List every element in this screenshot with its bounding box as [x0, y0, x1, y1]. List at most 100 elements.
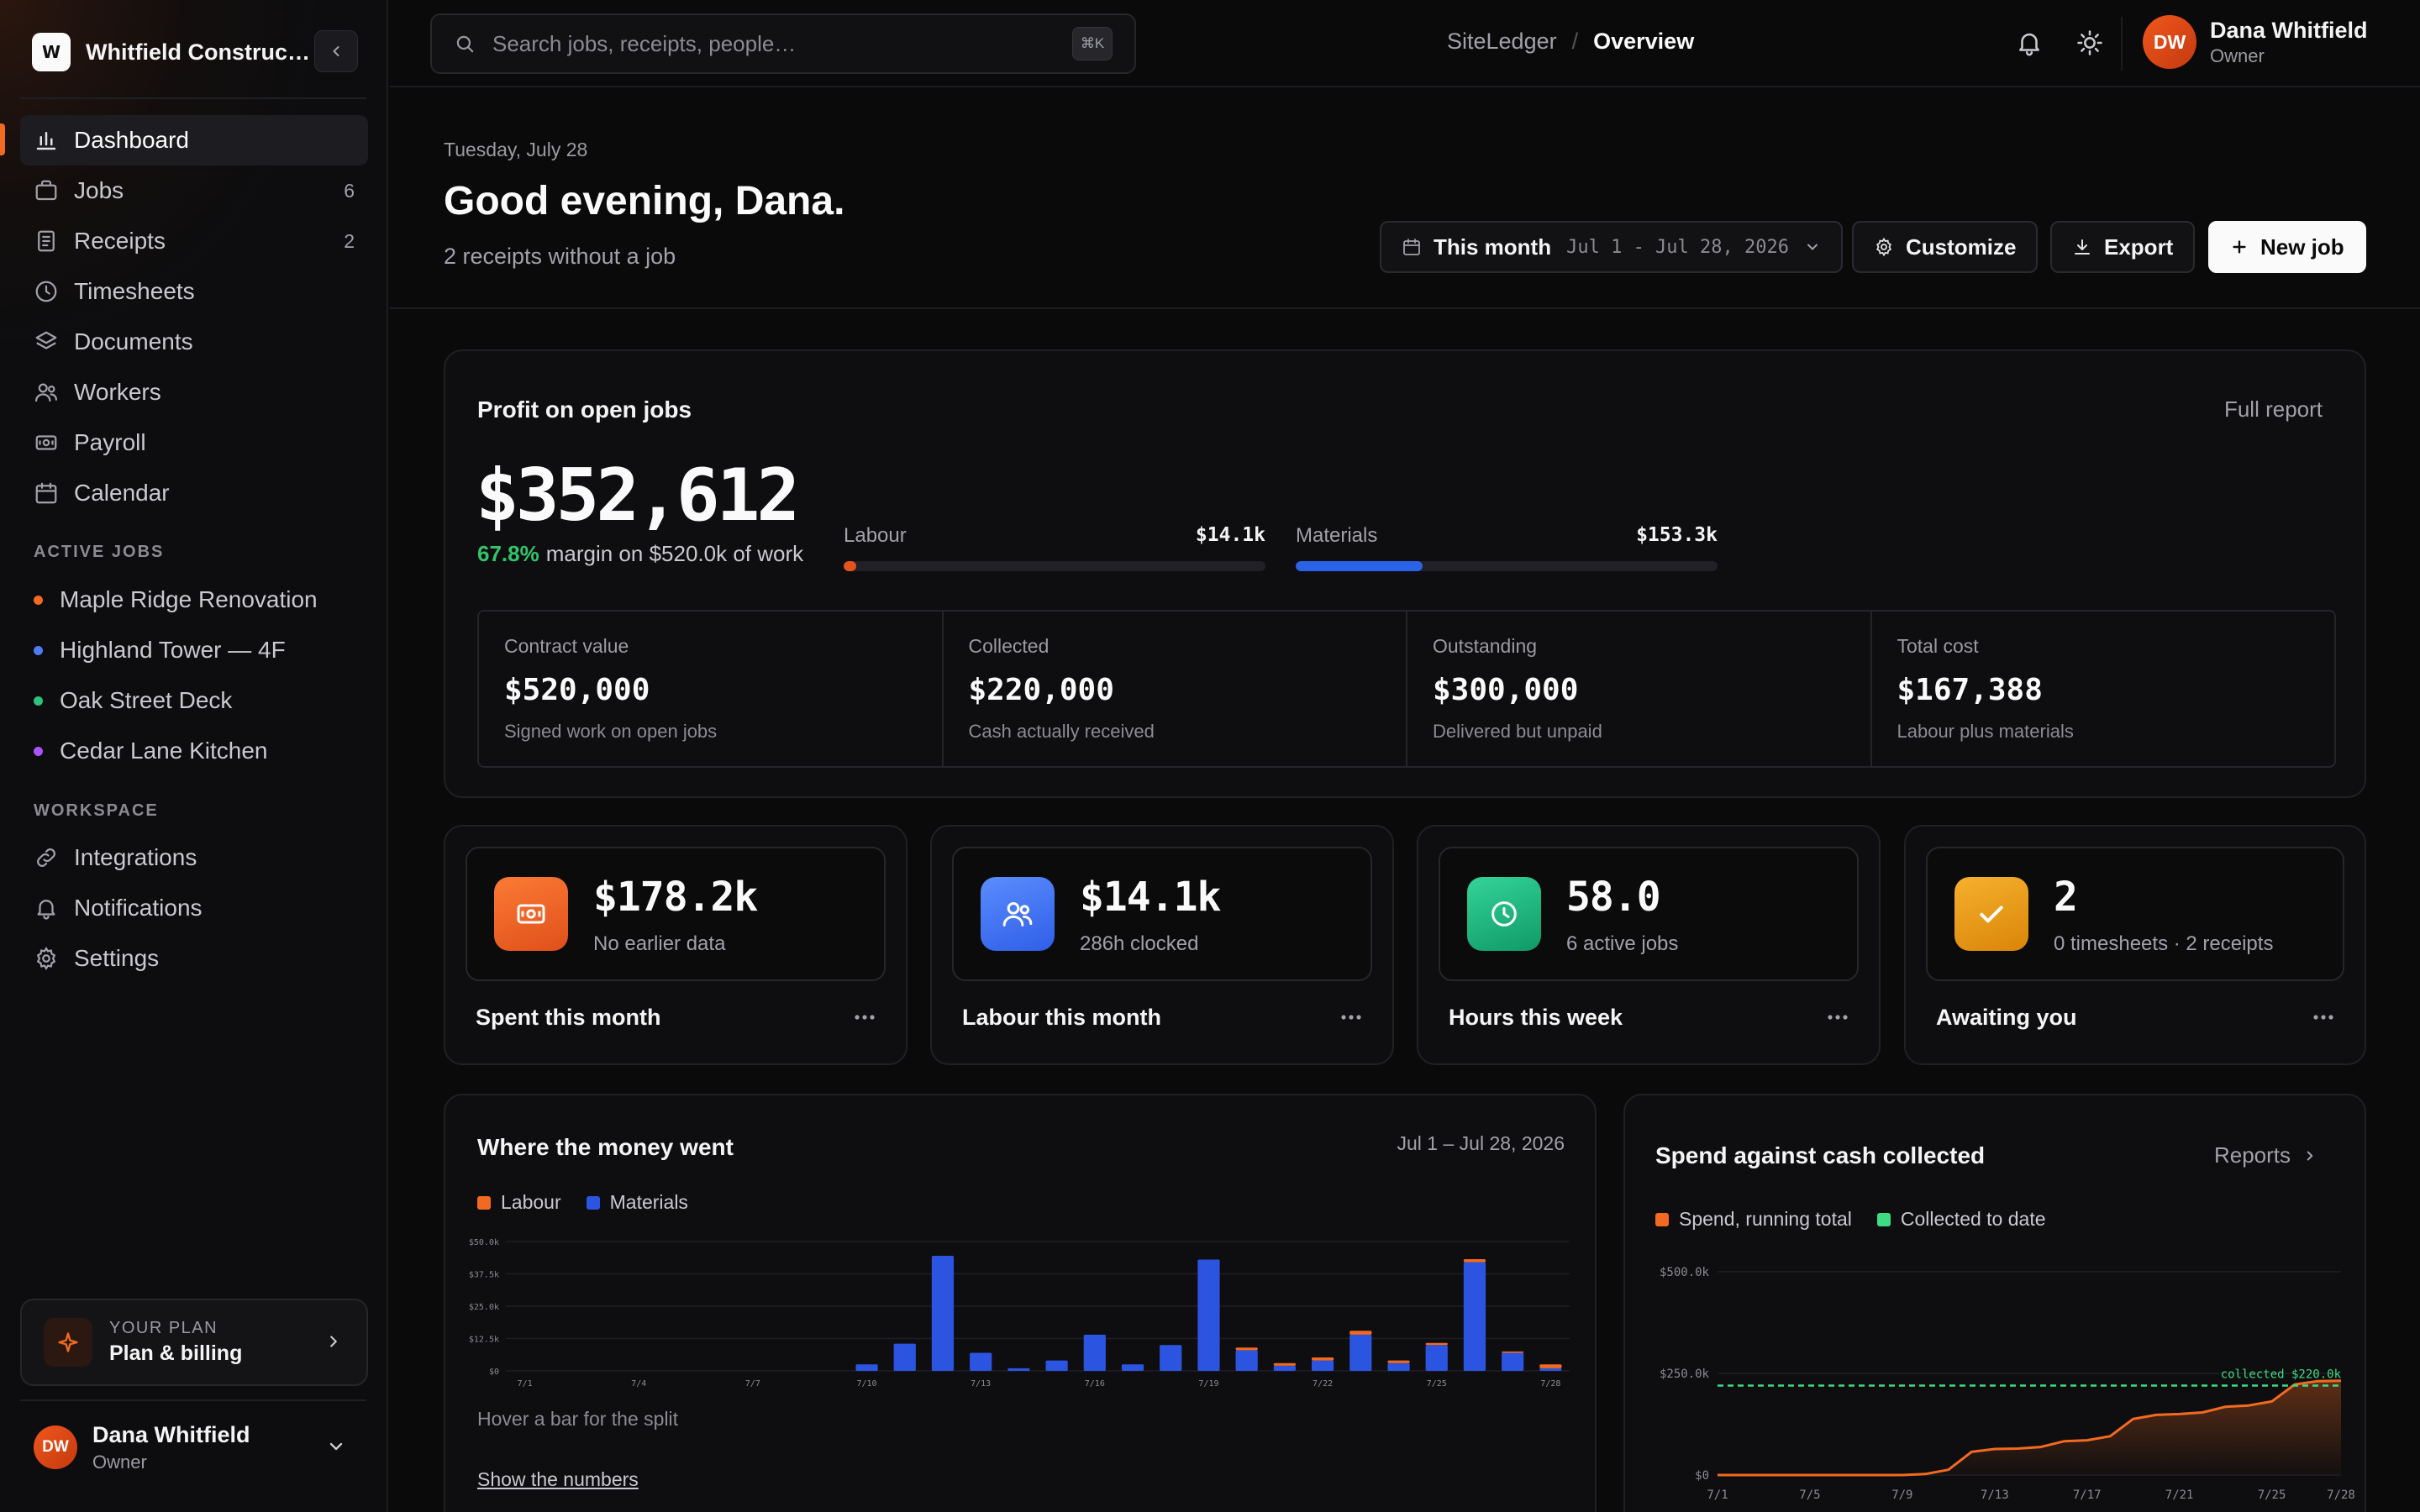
- y-tick-label: $0: [489, 1368, 499, 1377]
- more-options-icon[interactable]: [1827, 1013, 1849, 1021]
- daily-spend-bar-chart[interactable]: $0 $12.5k $25.0k $37.5k $50.0k 7/1 7/4 7/7 7/10 7…: [462, 1230, 1571, 1394]
- nav-label: Settings: [74, 945, 160, 971]
- plan-title: Plan & billing: [109, 1341, 243, 1365]
- x-tick-label: 7/17: [2073, 1488, 2102, 1502]
- x-tick-label: 7/25: [1427, 1379, 1447, 1389]
- nav-timesheets[interactable]: Timesheets: [20, 266, 368, 317]
- materials-label: Materials: [1296, 524, 1378, 547]
- legend-item: Materials: [586, 1191, 688, 1214]
- x-tick-label: 7/1: [1707, 1488, 1728, 1502]
- kpi-subtext: No earlier data: [593, 932, 726, 955]
- labour-cost-bar: Labour $14.1k: [844, 524, 1265, 571]
- nav-notifications[interactable]: Notifications: [20, 883, 368, 933]
- nav-jobs[interactable]: Jobs 6: [20, 165, 368, 216]
- legend-label: Spend, running total: [1679, 1208, 1852, 1230]
- calendar-icon: [35, 482, 57, 504]
- job-label: Oak Street Deck: [60, 687, 233, 713]
- legend-swatch: [1655, 1212, 1669, 1226]
- bar-segment-materials: [1463, 1262, 1486, 1371]
- breadcrumb-app[interactable]: SiteLedger: [1447, 29, 1557, 55]
- nav-label: Receipts: [74, 228, 166, 254]
- clock-icon: [35, 281, 57, 302]
- active-job-item[interactable]: Oak Street Deck: [20, 675, 368, 726]
- y-tick-label: $37.5k: [469, 1271, 499, 1280]
- active-job-item[interactable]: Cedar Lane Kitchen: [20, 726, 368, 776]
- bar-segment-materials: [1502, 1352, 1524, 1371]
- kpi-title: Hours this week: [1449, 1005, 1623, 1030]
- bar-segment-materials: [931, 1255, 955, 1371]
- search-input[interactable]: Search jobs, receipts, people… ⌘K: [430, 13, 1136, 74]
- active-job-item[interactable]: Highland Tower — 4F: [20, 625, 368, 675]
- margin-summary: 67.8% margin on $520.0k of work: [477, 541, 803, 567]
- date-range-picker[interactable]: This month Jul 1 - Jul 28, 2026: [1380, 221, 1843, 273]
- stat-outstanding: Outstanding $300,000 Delivered but unpai…: [1407, 612, 1872, 766]
- x-tick-label: 7/28: [1540, 1379, 1560, 1389]
- stat-label: Contract value: [504, 635, 629, 657]
- nav-label: Notifications: [74, 895, 203, 921]
- nav-dashboard[interactable]: Dashboard: [20, 115, 368, 165]
- legend-swatch: [477, 1195, 491, 1210]
- active-job-item[interactable]: Maple Ridge Renovation: [20, 575, 368, 625]
- sun-icon[interactable]: [2075, 29, 2104, 57]
- plan-billing-card[interactable]: YOUR PLAN Plan & billing: [20, 1299, 368, 1386]
- nav-label: Dashboard: [74, 127, 189, 153]
- collapse-sidebar-button[interactable]: [314, 30, 358, 72]
- topbar-divider: [2121, 17, 2123, 71]
- spend-vs-collected-chart[interactable]: $0 $250.0k $500.0k collected $220.0k 7/1 7/5 7…: [1642, 1247, 2356, 1512]
- brand[interactable]: W Whitfield Construction: [32, 30, 358, 74]
- legend-item: Spend, running total: [1655, 1208, 1852, 1231]
- kpi-value: 58.0: [1566, 874, 1661, 921]
- y-tick-label: $0: [1695, 1469, 1709, 1483]
- bar-segment-materials: [970, 1352, 992, 1371]
- x-tick-label: 7/19: [1198, 1379, 1218, 1389]
- nav-label: Workers: [74, 379, 161, 405]
- x-tick-label: 7/13: [1981, 1488, 2009, 1502]
- kpi-panel: 2 0 timesheets · 2 receipts: [1926, 847, 2344, 981]
- nav-documents[interactable]: Documents: [20, 317, 368, 367]
- bar-segment-labour: [1463, 1258, 1486, 1263]
- x-tick-label: 7/22: [1313, 1379, 1333, 1389]
- nav-settings[interactable]: Settings: [20, 933, 368, 984]
- more-options-icon[interactable]: [2312, 1013, 2334, 1021]
- bar-segment-labour: [1502, 1351, 1524, 1353]
- new-job-button[interactable]: New job: [2208, 221, 2366, 273]
- spend-vs-cash-card: Spend against cash collected Reports Spe…: [1623, 1094, 2366, 1512]
- nav-receipts[interactable]: Receipts 2: [20, 216, 368, 266]
- page-subtitle: 2 receipts without a job: [444, 244, 676, 269]
- nav-workers[interactable]: Workers: [20, 367, 368, 417]
- full-report-link[interactable]: Full report: [2224, 396, 2323, 423]
- user-name: Dana Whitfield: [92, 1421, 250, 1447]
- x-tick-label: 7/25: [2258, 1488, 2286, 1502]
- y-tick-label: $500.0k: [1660, 1266, 1710, 1279]
- kpi-value: $14.1k: [1080, 874, 1221, 921]
- export-button[interactable]: Export: [2050, 221, 2196, 273]
- more-options-icon[interactable]: [854, 1013, 876, 1021]
- bar-segment-materials: [1387, 1362, 1410, 1371]
- profit-amount: $352,612: [476, 454, 800, 538]
- spend-title: Spend against cash collected: [1655, 1142, 1986, 1168]
- x-tick-label: 7/13: [971, 1379, 991, 1389]
- spend-area: [1718, 1380, 2341, 1475]
- plan-kicker: YOUR PLAN: [109, 1319, 218, 1337]
- customize-button[interactable]: Customize: [1852, 221, 2039, 273]
- labour-value: $14.1k: [1195, 524, 1265, 546]
- receipt-icon: [38, 230, 55, 252]
- bell-icon[interactable]: [2015, 29, 2044, 57]
- kpi-card-awaiting: 2 0 timesheets · 2 receipts Awaiting you: [1904, 825, 2366, 1065]
- workspace-nav: Integrations Notifications Settings: [20, 832, 368, 984]
- layers-icon: [35, 331, 57, 349]
- nav-integrations[interactable]: Integrations: [20, 832, 368, 883]
- bar-segment-materials: [1311, 1360, 1334, 1371]
- show-numbers-link[interactable]: Show the numbers: [477, 1468, 639, 1491]
- legend-label: Labour: [501, 1191, 561, 1213]
- chevron-right-icon: [2307, 1151, 2313, 1160]
- top-user-menu[interactable]: DW Dana Whitfield Owner: [2143, 15, 2368, 69]
- kpi-value: $178.2k: [593, 874, 758, 921]
- nav-calendar[interactable]: Calendar: [20, 468, 368, 518]
- nav-payroll[interactable]: Payroll: [20, 417, 368, 468]
- materials-value: $153.3k: [1636, 524, 1718, 546]
- more-options-icon[interactable]: [1340, 1013, 1362, 1021]
- reports-link[interactable]: Reports: [2214, 1142, 2317, 1168]
- job-status-dot: [34, 696, 43, 706]
- user-menu[interactable]: DW Dana Whitfield Owner: [34, 1418, 361, 1477]
